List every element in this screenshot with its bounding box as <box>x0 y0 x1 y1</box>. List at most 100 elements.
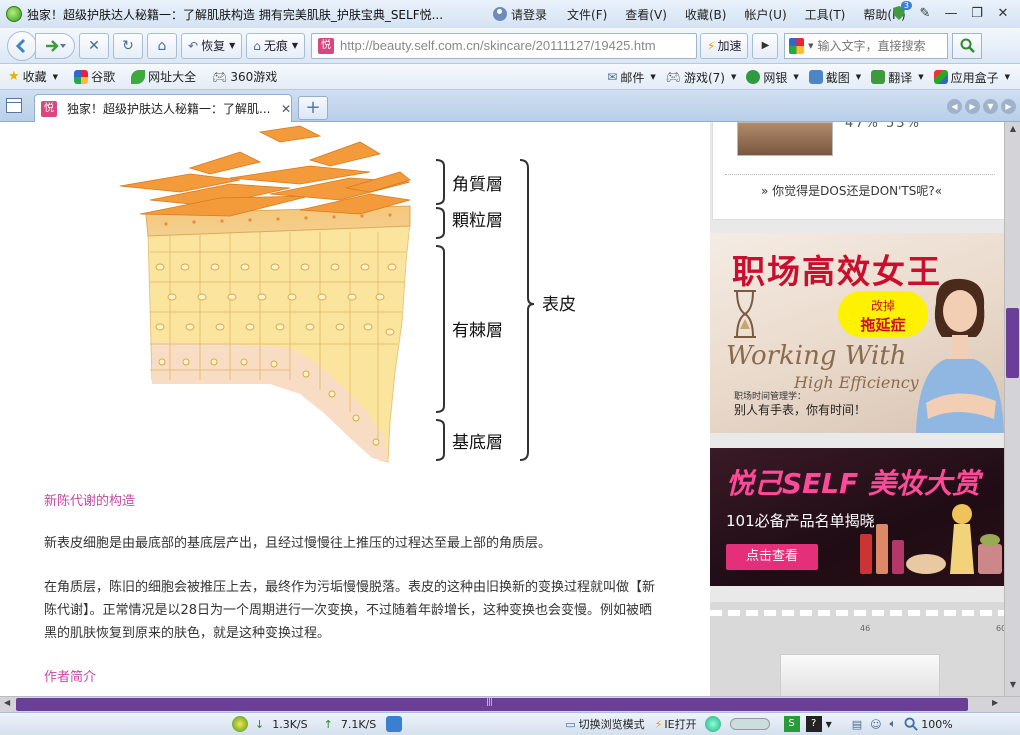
bookmark-mail[interactable]: ✉ 邮件 ▼ <box>607 69 655 86</box>
lightning-icon: ⚡ <box>707 38 716 53</box>
menu-view[interactable]: 查看(V) <box>625 6 667 23</box>
gamepad-icon: 🎮︎ <box>665 70 681 84</box>
chevron-down-icon[interactable]: ▼ <box>826 720 832 729</box>
chevron-down-icon: ▼ <box>793 73 799 81</box>
leaf-icon <box>131 69 146 84</box>
people-icon[interactable]: ☺ <box>870 718 881 731</box>
ie-open-button[interactable]: ⚡ IE打开 <box>655 716 697 732</box>
cube-icon <box>933 70 948 84</box>
search-button[interactable] <box>952 32 983 59</box>
cosmetics-illustration <box>860 504 1002 574</box>
address-bar[interactable]: 悦 <box>311 32 698 59</box>
bookmark-app-box[interactable]: 应用盒子 ▼ <box>933 69 1010 86</box>
switch-mode-button[interactable]: ▭ 切换浏览模式 <box>565 716 644 732</box>
login-link[interactable]: 请登录 <box>493 6 547 23</box>
vertical-scrollbar[interactable]: ▲ ▼ <box>1004 122 1020 696</box>
tab-active[interactable]: 悦 独家！超级护肤达人秘籍一：了解肌... ✕ <box>34 94 292 122</box>
search-input[interactable] <box>817 38 948 53</box>
bookmark-favorites[interactable]: ★ 收藏 ▼ <box>8 68 58 85</box>
download-indicator[interactable]: ↓ 1.3K/S ↑ 7.1K/S <box>232 716 376 732</box>
bookmark-translate[interactable]: 翻译 ▼ <box>871 69 924 86</box>
ad-banner-interior[interactable]: 46 60 <box>710 602 1004 696</box>
url-input[interactable] <box>340 38 691 53</box>
security-shield-icon[interactable]: 3 <box>886 1 912 23</box>
bookmark-games[interactable]: 🎮︎ 游戏(7) ▼ <box>666 69 737 86</box>
ad-slogan: 别人有手表，你有时间！ <box>734 403 867 417</box>
refresh-button[interactable]: ↻ <box>113 32 143 59</box>
scroll-down-icon[interactable]: ▼ <box>1007 680 1019 694</box>
skin-layers-illustration <box>119 125 535 463</box>
close-window-button[interactable]: ✕ <box>990 3 1016 23</box>
forward-button[interactable] <box>35 32 75 59</box>
menu-tools[interactable]: 工具(T) <box>805 6 846 23</box>
ruler-number: 60 <box>996 624 1004 633</box>
maximize-button[interactable]: ❐ <box>964 3 990 23</box>
menu-favorites[interactable]: 收藏(B) <box>685 6 727 23</box>
tab-list-icon[interactable]: ▼ <box>983 99 998 114</box>
menu-account[interactable]: 帐户(U) <box>744 6 786 23</box>
ie-icon[interactable] <box>386 716 403 732</box>
go-button[interactable]: ▶ <box>752 32 779 59</box>
speedup-button[interactable]: ⚡ 加速 <box>700 32 749 59</box>
sidebar-related-box: 47% 53% » 你觉得是DOS还是DON'TS呢?« <box>712 122 1004 220</box>
bookmarks-right: ✉ 邮件 ▼ 🎮︎ 游戏(7) ▼ 网银 ▼ 截图 ▼ 翻译 ▼ 应用盒子 ▼ <box>601 64 1014 90</box>
bookmark-bank[interactable]: 网银 ▼ <box>746 69 799 86</box>
down-arrow-icon: ↓ <box>255 717 265 731</box>
new-tab-button[interactable]: + <box>298 96 328 120</box>
bookmark-label: 邮件 <box>620 70 645 85</box>
bookmark-url-directory[interactable]: 网址大全 <box>131 68 196 85</box>
mail-icon: ✉ <box>607 70 618 84</box>
help-icon[interactable]: ? <box>805 716 822 732</box>
restore-label: 恢复 <box>201 39 226 53</box>
window-icon: ▭ <box>565 717 576 731</box>
toggle-switch-icon[interactable] <box>729 718 770 730</box>
page-viewport: 角質層 顆粒層 有棘層 基底層 表皮 新陈代谢的构造 新表皮细胞是由最底部的基底… <box>0 122 1004 696</box>
back-button[interactable] <box>7 30 37 61</box>
bookmark-google[interactable]: 谷歌 <box>74 68 115 85</box>
horizontal-scrollbar[interactable]: ◀ ▶ <box>0 696 1020 712</box>
minimize-button[interactable]: — <box>938 3 964 23</box>
ad-view-button[interactable]: 点击查看 <box>726 544 818 570</box>
chevron-down-icon: ▼ <box>918 73 924 81</box>
globe-icon[interactable] <box>704 716 721 732</box>
chevron-down-icon: ▼ <box>52 72 59 81</box>
article-column: 角質層 顆粒層 有棘層 基底層 表皮 新陈代谢的构造 新表皮细胞是由最底部的基底… <box>0 122 708 696</box>
close-tab-icon[interactable]: ✕ <box>281 102 291 116</box>
tab-scroll-left-icon[interactable]: ◀ <box>947 99 962 114</box>
incognito-button[interactable]: ⌂ 无痕 ▼ <box>246 32 306 59</box>
chevron-down-icon[interactable]: ▼ <box>808 42 813 50</box>
speaker-icon[interactable]: 🔈︎ <box>890 717 897 731</box>
skin-structure-diagram: 角質層 顆粒層 有棘層 基底層 表皮 <box>110 122 590 472</box>
restore-button[interactable]: ↶ 恢复 ▼ <box>181 32 243 59</box>
scroll-up-icon[interactable]: ▲ <box>1007 124 1019 138</box>
layer-label-epidermis: 表皮 <box>542 295 576 315</box>
ad-banner-beauty-awards[interactable]: 悦己SELF 美妆大赏 101必备产品名单揭晓 点击查看 <box>710 448 1004 586</box>
room-thumbnail <box>780 654 940 696</box>
bookmark-label: 360游戏 <box>230 70 278 84</box>
bookmark-360-games[interactable]: 🎮︎ 360游戏 <box>212 68 277 85</box>
home-button[interactable]: ⌂ <box>147 32 177 59</box>
search-box[interactable]: ▼ <box>784 32 949 59</box>
horizontal-scroll-thumb[interactable] <box>16 697 968 711</box>
s-app-icon[interactable]: S <box>783 716 800 732</box>
menu-file[interactable]: 文件(F) <box>567 6 607 23</box>
scroll-right-icon[interactable]: ▶ <box>992 698 998 707</box>
bookmark-label: 游戏(7) <box>683 70 725 85</box>
related-article-link[interactable]: » 你觉得是DOS还是DON'TS呢?« <box>761 182 942 199</box>
scroll-left-icon[interactable]: ◀ <box>4 698 10 707</box>
translate-icon <box>871 70 886 84</box>
divider <box>725 174 995 175</box>
ad-banner-workplace[interactable]: 职场高效女王 改掉 拖延症 Working With High Efficien… <box>710 233 1004 433</box>
ruler-number: 46 <box>860 624 871 633</box>
sidebar-toggle-icon[interactable] <box>6 98 22 113</box>
document-icon[interactable]: ▤ <box>852 718 862 731</box>
related-thumbnail[interactable] <box>737 122 833 156</box>
skin-icon[interactable]: ✎ <box>912 3 938 23</box>
vertical-scroll-thumb[interactable] <box>1006 308 1019 378</box>
tab-scroll-right-icon[interactable]: ▶ <box>965 99 980 114</box>
stop-button[interactable]: ✕ <box>79 32 109 59</box>
zoom-control[interactable]: 100% <box>904 717 953 731</box>
tab-more-icon[interactable]: ▶ <box>1001 99 1016 114</box>
google-icon <box>74 69 89 84</box>
bookmark-screenshot[interactable]: 截图 ▼ <box>808 69 861 86</box>
